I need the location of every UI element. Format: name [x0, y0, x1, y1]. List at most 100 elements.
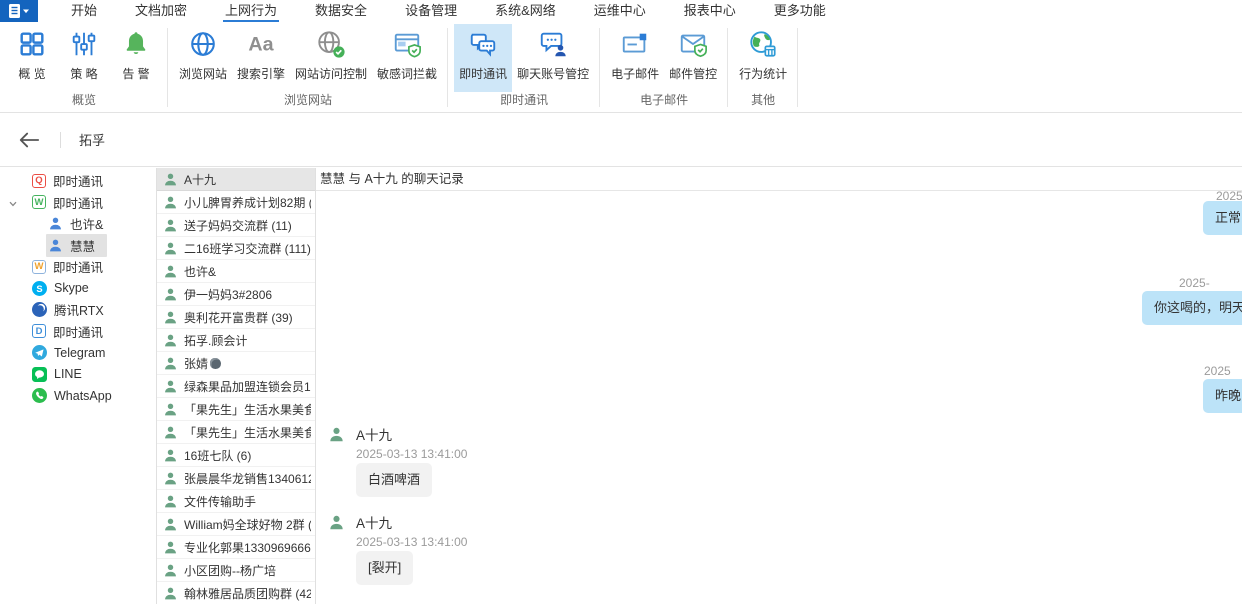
- instant-messaging-label: 即时通讯: [459, 65, 507, 82]
- message-sender: A十九: [356, 424, 392, 444]
- person-icon: [48, 238, 63, 253]
- chat-account-control-button[interactable]: 聊天账号管控: [512, 24, 594, 92]
- chat-user-icon: [537, 28, 569, 60]
- person-icon: [163, 586, 178, 601]
- contact-row[interactable]: 绿森果品加盟连锁会员13...: [157, 375, 315, 398]
- overview-button[interactable]: 概 览: [6, 24, 58, 92]
- contact-row[interactable]: William妈全球好物 2群 (5...: [157, 513, 315, 536]
- app-menu-icon: [6, 3, 32, 19]
- person-icon: [163, 241, 178, 256]
- sidebar-item-label: 即时通讯: [53, 171, 103, 190]
- overview-button-label: 概 览: [18, 65, 45, 82]
- tab-report-center[interactable]: 报表中心: [665, 0, 755, 22]
- contact-row[interactable]: 专业化郭果13309696668: [157, 536, 315, 559]
- contact-name: A十九: [184, 171, 216, 188]
- behavior-stats-button[interactable]: 行为统计: [734, 24, 792, 92]
- tab-data-security[interactable]: 数据安全: [296, 0, 386, 22]
- contact-row[interactable]: 翰林雅居品质团购群 (420): [157, 582, 315, 604]
- contact-row[interactable]: 送子妈妈交流群 (11): [157, 214, 315, 237]
- sidebar-item-skype[interactable]: SSkype: [0, 278, 156, 300]
- chevron-down-icon[interactable]: [8, 198, 18, 212]
- sidebar-item-dingtalk[interactable]: D即时通讯: [0, 321, 156, 343]
- tab-device-mgmt[interactable]: 设备管理: [386, 0, 476, 22]
- tab-ops-center[interactable]: 运维中心: [575, 0, 665, 22]
- contact-row[interactable]: 小儿脾胃养成计划82期 (120): [157, 191, 315, 214]
- sent-message-bubble: 昨晚: [1203, 379, 1242, 413]
- qq-icon: Q: [32, 174, 46, 188]
- sidebar-item-wecom[interactable]: W即时通讯: [0, 256, 156, 278]
- contact-row[interactable]: 奥利花开富贵群 (39): [157, 306, 315, 329]
- browse-website-label: 浏览网站: [179, 65, 227, 82]
- contact-row[interactable]: 拓孚.顾会计: [157, 329, 315, 352]
- ribbon-group-label: 概览: [2, 92, 166, 111]
- sidebar-item-qq[interactable]: Q 即时通讯: [0, 170, 156, 192]
- person-icon: [163, 218, 178, 233]
- search-engine-button[interactable]: Aa 搜索引擎: [232, 24, 290, 92]
- tab-system-network[interactable]: 系统&网络: [476, 0, 575, 22]
- contact-name: 奥利花开富贵群 (39): [184, 309, 293, 326]
- sidebar-item-wechat[interactable]: W即时通讯: [0, 192, 156, 214]
- contact-row[interactable]: 也许&: [157, 260, 315, 283]
- sidebar-item-yexu[interactable]: 也许&: [0, 213, 156, 235]
- sidebar-item-telegram[interactable]: Telegram: [0, 342, 156, 364]
- chat-record-panel: 慧慧 与 A十九 的聊天记录 2025 正常 2025- 你这喝的，明天 202…: [316, 168, 1242, 604]
- person-icon: [163, 333, 178, 348]
- sidebar-item-label: Telegram: [54, 346, 105, 360]
- mail-control-button[interactable]: 邮件管控: [664, 24, 722, 92]
- person-icon: [163, 448, 178, 463]
- content-area: Q 即时通讯 W即时通讯 也许& 慧慧 W即时通讯 SSkype 腾讯RTX D即…: [0, 168, 1242, 604]
- contact-name: 张晨晨华龙销售13406127...: [184, 470, 311, 487]
- contact-row[interactable]: A十九: [157, 168, 315, 191]
- back-button[interactable]: [18, 129, 40, 151]
- contact-name: 文件传输助手: [184, 493, 256, 510]
- person-icon: [163, 310, 178, 325]
- tab-web-behavior[interactable]: 上网行为: [206, 0, 296, 22]
- policy-button[interactable]: 策 略: [58, 24, 110, 92]
- sidebar-item-line[interactable]: LINE: [0, 364, 156, 386]
- contact-row[interactable]: 小区团购--杨广培: [157, 559, 315, 582]
- contact-name: 张婧: [184, 355, 208, 372]
- sensitive-word-block-label: 敏感词拦截: [377, 65, 437, 82]
- contact-row[interactable]: 伊一妈妈3#2806: [157, 283, 315, 306]
- nav-divider: [60, 132, 61, 148]
- menu-bar: 开始 文档加密 上网行为 数据安全 设备管理 系统&网络 运维中心 报表中心 更…: [0, 0, 1242, 22]
- tab-more-functions[interactable]: 更多功能: [755, 0, 845, 22]
- contact-name: 小儿脾胃养成计划82期 (120): [184, 194, 311, 211]
- chat-bubbles-icon: [467, 28, 499, 60]
- tab-doc-encrypt[interactable]: 文档加密: [116, 0, 206, 22]
- sidebar-item-label: WhatsApp: [54, 389, 112, 403]
- contact-avatar: [328, 426, 345, 443]
- contact-row[interactable]: 文件传输助手: [157, 490, 315, 513]
- browse-website-button[interactable]: 浏览网站: [174, 24, 232, 92]
- sidebar-item-huihui[interactable]: 慧慧: [0, 235, 156, 257]
- contact-row[interactable]: 张晨晨华龙销售13406127...: [157, 467, 315, 490]
- alert-button[interactable]: 告 警: [110, 24, 162, 92]
- contact-row[interactable]: 「果先生」生活水果美食3...: [157, 398, 315, 421]
- app-menu-button[interactable]: [0, 0, 38, 22]
- person-icon: [163, 471, 178, 486]
- behavior-stats-label: 行为统计: [739, 65, 787, 82]
- message-timestamp: 2025: [1204, 364, 1231, 378]
- back-arrow-icon: [18, 129, 40, 151]
- contact-name: 小区团购--杨广培: [184, 562, 276, 579]
- contact-row[interactable]: 16班七队 (6): [157, 444, 315, 467]
- instant-messaging-button[interactable]: 即时通讯: [454, 24, 512, 92]
- sensitive-word-block-button[interactable]: 敏感词拦截: [372, 24, 442, 92]
- email-button[interactable]: 电子邮件: [606, 24, 664, 92]
- sidebar-item-whatsapp[interactable]: WhatsApp: [0, 385, 156, 407]
- contact-row[interactable]: 「果先生」生活水果美食3...: [157, 421, 315, 444]
- person-icon: [163, 540, 178, 555]
- contact-name: 也许&: [184, 263, 216, 280]
- message-timestamp: 2025-03-13 13:41:00: [356, 535, 467, 549]
- tab-start[interactable]: 开始: [52, 0, 116, 22]
- contact-row[interactable]: 二16班学习交流群 (111): [157, 237, 315, 260]
- browser-shield-icon: [391, 28, 423, 60]
- sidebar-item-rtx[interactable]: 腾讯RTX: [0, 299, 156, 321]
- rtx-icon: [32, 302, 47, 317]
- chat-account-control-label: 聊天账号管控: [517, 65, 589, 82]
- dingtalk-icon: D: [32, 324, 46, 338]
- globe-stats-icon: [747, 28, 779, 60]
- svg-text:S: S: [36, 284, 42, 294]
- site-access-control-button[interactable]: 网站访问控制: [290, 24, 372, 92]
- contact-row[interactable]: 张婧: [157, 352, 315, 375]
